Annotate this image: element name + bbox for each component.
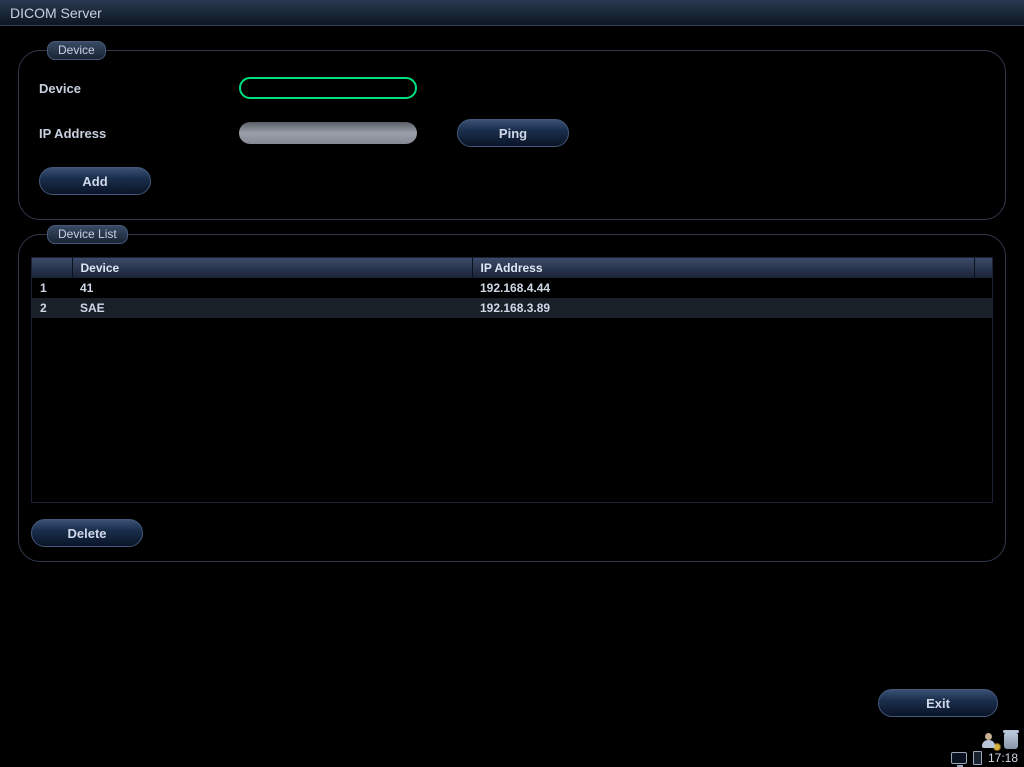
table-header-row: Device IP Address (32, 258, 992, 278)
cell-tail (974, 298, 992, 318)
device-table: Device IP Address 141192.168.4.442SAE192… (32, 258, 992, 318)
clock: 17:18 (988, 751, 1018, 765)
window-title: DICOM Server (10, 5, 102, 21)
col-index[interactable] (32, 258, 72, 278)
col-ip[interactable]: IP Address (472, 258, 974, 278)
status-bar: 17:18 (951, 733, 1018, 765)
trash-icon[interactable] (1004, 733, 1018, 749)
cell-index: 2 (32, 298, 72, 318)
table-row[interactable]: 141192.168.4.44 (32, 278, 992, 298)
ip-row: IP Address Ping (39, 119, 985, 147)
disk-icon (973, 751, 982, 765)
device-label: Device (39, 81, 239, 96)
cell-device: 41 (72, 278, 472, 298)
cell-tail (974, 278, 992, 298)
ping-button[interactable]: Ping (457, 119, 569, 147)
ip-input[interactable] (239, 122, 417, 144)
exit-button[interactable]: Exit (878, 689, 998, 717)
table-row[interactable]: 2SAE192.168.3.89 (32, 298, 992, 318)
col-device[interactable]: Device (72, 258, 472, 278)
device-list-legend: Device List (47, 225, 128, 244)
cell-ip: 192.168.4.44 (472, 278, 974, 298)
col-tail (974, 258, 992, 278)
device-list-group: Device List Device IP Address 141192.168… (18, 234, 1006, 562)
device-list[interactable]: Device IP Address 141192.168.4.442SAE192… (31, 257, 993, 503)
cell-ip: 192.168.3.89 (472, 298, 974, 318)
device-group: Device Device IP Address Ping Add (18, 50, 1006, 220)
user-icon[interactable] (982, 733, 998, 749)
device-row: Device (39, 77, 985, 99)
window-titlebar: DICOM Server (0, 0, 1024, 26)
cell-index: 1 (32, 278, 72, 298)
add-button[interactable]: Add (39, 167, 151, 195)
delete-button[interactable]: Delete (31, 519, 143, 547)
ip-label: IP Address (39, 126, 239, 141)
content-area: Device Device IP Address Ping Add Device… (0, 26, 1024, 562)
device-input[interactable] (239, 77, 417, 99)
device-group-legend: Device (47, 41, 106, 60)
cell-device: SAE (72, 298, 472, 318)
monitor-icon (951, 752, 967, 764)
